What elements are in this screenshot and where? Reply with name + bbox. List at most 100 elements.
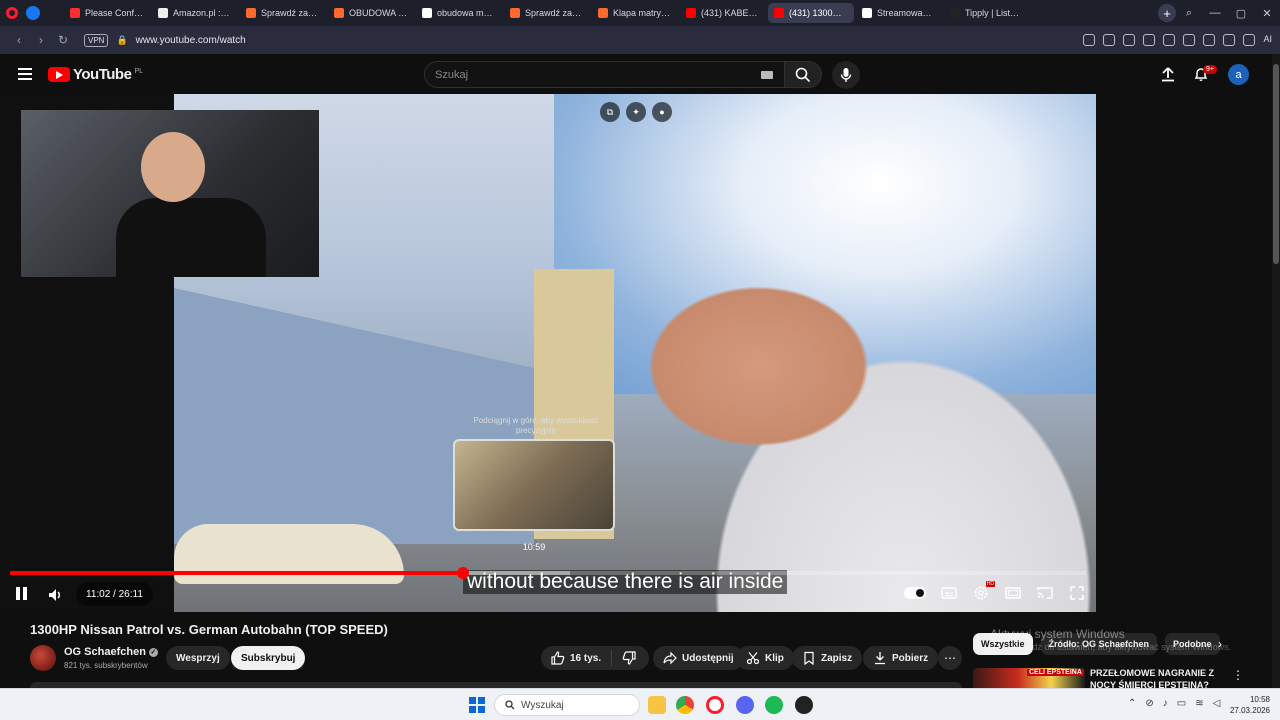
menu-icon[interactable] (1203, 34, 1216, 46)
browser-tab[interactable]: Klapa matrycy Cmd (592, 3, 678, 23)
download-icon[interactable] (1183, 34, 1196, 46)
close-window-button[interactable]: ✕ (1254, 7, 1280, 20)
region-code: PL (134, 67, 143, 75)
miniplayer-button[interactable] (1004, 584, 1022, 602)
tab-title: obudowa matrycy T (437, 8, 496, 18)
search-button[interactable] (784, 61, 822, 88)
browser-tab[interactable]: Please Confirm Your (64, 3, 150, 23)
spotify-icon[interactable] (765, 696, 783, 714)
time-display: 11:02 / 26:11 (76, 582, 153, 606)
speaker-icon[interactable]: ◁ (1213, 698, 1221, 709)
browser-tab[interactable]: (431) 1300HP Nissan (768, 3, 854, 23)
progress-bar[interactable] (10, 567, 1086, 579)
channel-avatar[interactable] (30, 645, 56, 671)
browser-tab[interactable]: Sprawdź zawartość (504, 3, 590, 23)
subscribe-button[interactable]: Subskrybuj (231, 646, 306, 670)
tab-favicon-icon (334, 8, 344, 18)
new-tab-button[interactable]: + (1158, 4, 1176, 22)
messenger-icon[interactable] (26, 6, 40, 20)
lock-icon[interactable]: 🔒 (116, 35, 127, 46)
account-avatar[interactable]: a (1228, 64, 1249, 85)
chevron-right-icon[interactable]: › (1218, 637, 1222, 651)
tab-favicon-icon (862, 8, 872, 18)
record-icon[interactable]: ● (652, 102, 672, 122)
clock-time: 10:58 (1249, 695, 1270, 704)
scrubber-handle[interactable] (456, 567, 469, 579)
settings-button[interactable]: HD (972, 581, 995, 602)
browser-tab[interactable]: Sprawdź zawartość (240, 3, 326, 23)
maximize-button[interactable]: ▢ (1228, 7, 1254, 20)
heart-icon[interactable] (1163, 34, 1176, 46)
youtube-logo[interactable]: YouTube PL (48, 66, 143, 83)
chevron-up-icon[interactable]: ⌃ (1128, 698, 1136, 709)
search-input[interactable]: Szukaj (424, 61, 786, 88)
support-button[interactable]: Wesprzyj (166, 646, 230, 670)
sparkle-icon[interactable]: ✦ (626, 102, 646, 122)
video-player[interactable]: ⧉ ✦ ● Podciągnij w górę, aby wyszukiwać … (0, 94, 1096, 612)
like-button[interactable]: 16 tys. (541, 650, 613, 666)
create-button[interactable] (1160, 66, 1176, 82)
cast-button[interactable] (1036, 584, 1054, 602)
app-icon[interactable] (795, 696, 813, 714)
clip-button[interactable]: Klip (736, 646, 794, 670)
download-button[interactable]: Pobierz (863, 646, 939, 670)
channel-name[interactable]: OG Schaefchen (64, 646, 146, 658)
ai-button[interactable]: AI (1263, 34, 1272, 46)
minimize-button[interactable]: — (1202, 7, 1228, 19)
save-label: Zapisz (821, 652, 853, 664)
page-scrollbar[interactable] (1272, 54, 1280, 688)
vpn-badge[interactable]: VPN (84, 33, 109, 47)
network-off-icon[interactable]: ⊘ (1145, 698, 1153, 709)
more-actions-button[interactable]: ⋯ (938, 646, 962, 670)
youtube-logo-text: YouTube (73, 65, 132, 83)
fullscreen-button[interactable] (1068, 584, 1086, 602)
discord-icon[interactable] (736, 696, 754, 714)
profile-icon[interactable] (1223, 34, 1236, 46)
subtitles-button[interactable] (940, 584, 958, 602)
shield-icon[interactable] (1123, 34, 1136, 46)
extensions-icon[interactable] (1243, 34, 1256, 46)
taskbar-clock[interactable]: 10:58 27.03.2026 (1228, 694, 1270, 716)
autoplay-toggle[interactable] (904, 587, 926, 599)
miniplayer-icon[interactable]: ⧉ (600, 102, 620, 122)
edit-icon[interactable] (1083, 34, 1096, 46)
browser-tab[interactable]: Amazon.pl : OBUDO (152, 3, 238, 23)
webcam-overlay (21, 110, 319, 277)
save-button[interactable]: Zapisz (792, 646, 863, 670)
browser-tab[interactable]: Tipply | Lista wiadom (944, 3, 1030, 23)
browser-tab[interactable]: (431) KABE x MISZE (680, 3, 766, 23)
reload-button[interactable]: ↻ (52, 33, 74, 47)
opera-logo-icon[interactable] (6, 7, 18, 19)
scrollbar-thumb[interactable] (1273, 64, 1279, 264)
mute-button[interactable] (46, 585, 66, 605)
browser-tab[interactable]: obudowa matrycy T (416, 3, 502, 23)
channel-name-row[interactable]: OG Schaefchen ✓ (64, 646, 158, 658)
pause-button[interactable] (14, 586, 30, 602)
opera-taskbar-icon[interactable] (706, 696, 724, 714)
notification-count-badge: 9+ (1203, 65, 1217, 74)
camera-icon[interactable] (1103, 34, 1116, 46)
chrome-icon[interactable] (676, 696, 694, 714)
wifi-icon[interactable]: ≋ (1195, 698, 1203, 709)
browser-tab[interactable]: Streamowanie na Ki (856, 3, 942, 23)
player-icon[interactable] (1143, 34, 1156, 46)
file-explorer-icon[interactable] (648, 696, 666, 714)
display-icon[interactable]: ▭ (1177, 698, 1186, 709)
start-button[interactable] (469, 697, 485, 713)
back-button[interactable]: ‹ (8, 33, 30, 47)
browser-tab-strip: Please Confirm Your Amazon.pl : OBUDO Spra… (0, 0, 1280, 26)
guide-menu-icon[interactable] (18, 65, 32, 83)
mic-icon[interactable]: ♪ (1163, 698, 1168, 709)
url-field[interactable]: www.youtube.com/watch (136, 35, 246, 46)
recommended-menu-icon[interactable]: ⋮ (1232, 668, 1244, 682)
browser-tab[interactable]: OBUDOWA PALMRE (328, 3, 414, 23)
share-label: Udostępnij (682, 652, 734, 664)
share-button[interactable]: Udostępnij (653, 646, 744, 670)
voice-search-button[interactable] (832, 61, 860, 89)
keyboard-icon[interactable] (761, 71, 773, 79)
taskbar-search[interactable]: Wyszukaj (494, 694, 640, 716)
tab-search-icon[interactable]: ⌕ (1176, 7, 1202, 20)
dislike-button[interactable] (612, 651, 646, 665)
forward-button[interactable]: › (30, 33, 52, 47)
browser-sidebar-icons (0, 6, 64, 20)
